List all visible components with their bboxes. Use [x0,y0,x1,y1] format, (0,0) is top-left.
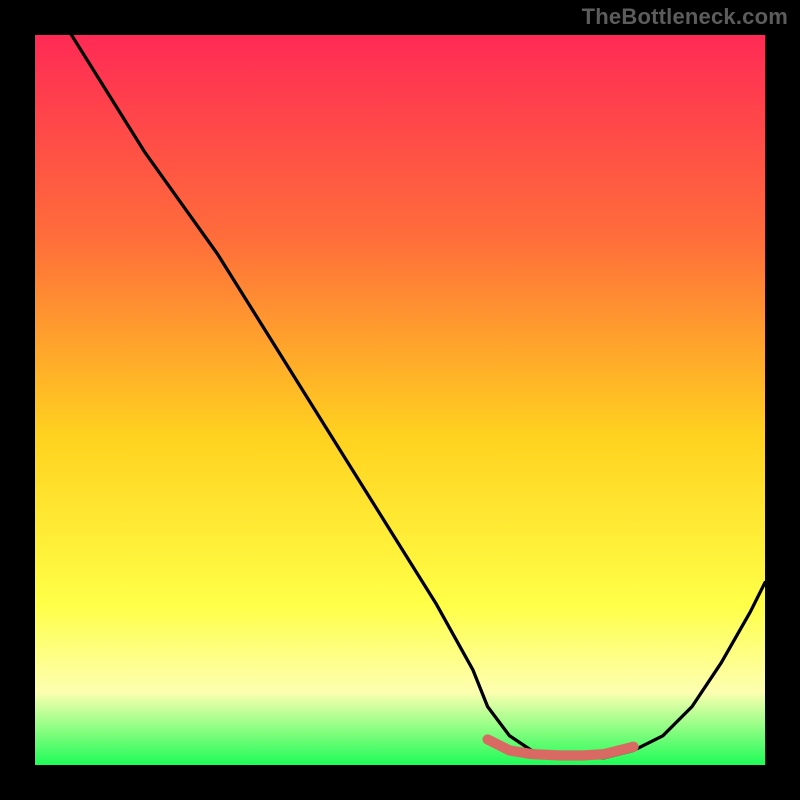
plot-svg [35,35,765,765]
plot-background [35,35,765,765]
chart-stage: TheBottleneck.com [0,0,800,800]
watermark-text: TheBottleneck.com [582,4,788,30]
